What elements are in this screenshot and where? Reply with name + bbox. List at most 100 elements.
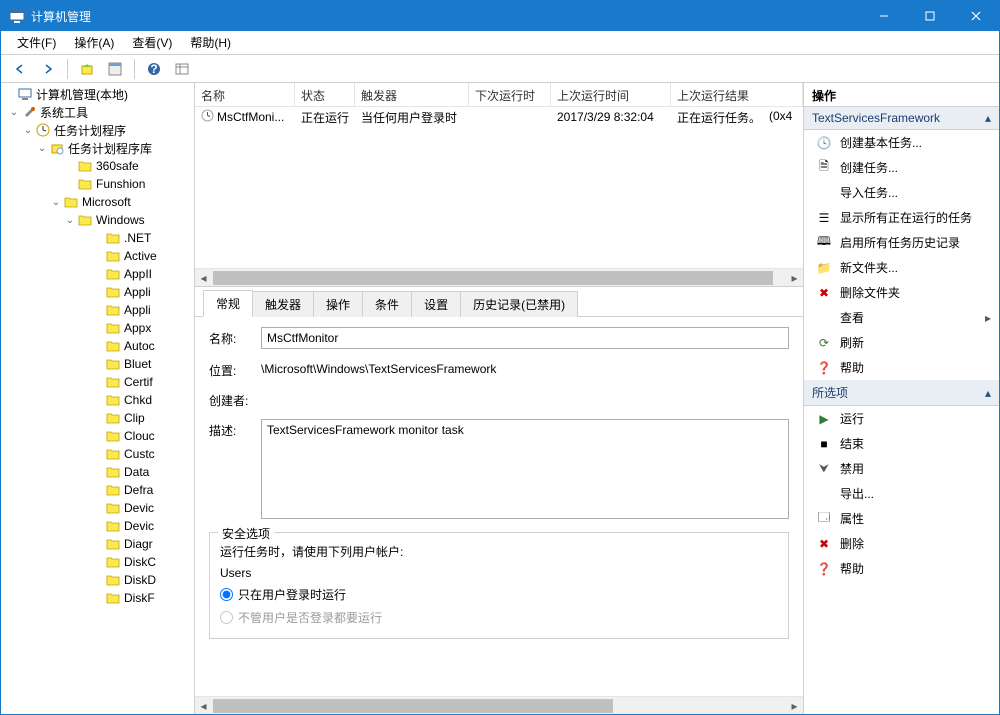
close-button[interactable] [953,1,999,31]
action-view[interactable]: 查看▸ [804,305,999,330]
grid-button[interactable] [171,58,193,80]
forward-button[interactable] [37,58,59,80]
col-trigger[interactable]: 触发器 [355,83,469,106]
scroll-right-icon[interactable]: ▸ [786,269,803,287]
tree-folder-item[interactable]: Diagr [3,535,194,553]
tree-folder-item[interactable]: .NET [3,229,194,247]
menu-help[interactable]: 帮助(H) [184,32,237,53]
action-properties[interactable]: 🗔属性 [804,506,999,531]
minimize-button[interactable] [861,1,907,31]
back-button[interactable] [9,58,31,80]
action-enable-history[interactable]: 🕮启用所有任务历史记录 [804,230,999,255]
tree-folder-item[interactable]: AppII [3,265,194,283]
menu-file[interactable]: 文件(F) [11,32,62,53]
action-delete[interactable]: ✖删除 [804,531,999,556]
app-icon [9,8,25,24]
radio-input[interactable] [220,588,233,601]
action-section-selected[interactable]: 所选项 ▴ [804,380,999,406]
collapse-icon[interactable]: ⌄ [21,125,35,136]
action-refresh[interactable]: ⟳刷新 [804,330,999,355]
menu-action[interactable]: 操作(A) [68,32,120,53]
action-section-folder[interactable]: TextServicesFramework ▴ [804,107,999,130]
maximize-button[interactable] [907,1,953,31]
action-create-basic[interactable]: 🕓创建基本任务... [804,130,999,155]
tree-folder-item[interactable]: ⌄Windows [3,211,194,229]
tree-systools[interactable]: ⌄ 系统工具 [3,103,194,121]
action-end[interactable]: ■结束 [804,431,999,456]
up-button[interactable] [76,58,98,80]
tree-folder-item[interactable]: Clouc [3,427,194,445]
tree-library[interactable]: ⌄ 任务计划程序库 [3,139,194,157]
collapse-icon[interactable]: ⌄ [7,107,21,118]
tree-folder-item[interactable]: ⌄Microsoft [3,193,194,211]
name-field[interactable] [261,327,789,349]
tree-folder-item[interactable]: Certif [3,373,194,391]
tree-folder-item[interactable]: 360safe [3,157,194,175]
help-button[interactable]: ? [143,58,165,80]
radio-logged-on[interactable]: 只在用户登录时运行 [220,586,778,603]
tree-folder-item[interactable]: Bluet [3,355,194,373]
horizontal-scrollbar[interactable]: ◂ ▸ [195,268,803,286]
action-delete-folder[interactable]: ✖删除文件夹 [804,280,999,305]
center-pane: 名称 状态 触发器 下次运行时间 上次运行时间 上次运行结果 MsCtfMoni… [195,83,804,714]
col-state[interactable]: 状态 [295,83,355,106]
help-icon: ❓ [816,360,832,376]
tree-folder-item[interactable]: Chkd [3,391,194,409]
tree-root[interactable]: 计算机管理(本地) [3,85,194,103]
col-result[interactable]: 上次运行结果 [671,83,803,106]
tab-actions[interactable]: 操作 [313,291,363,317]
action-create-task[interactable]: 🗎创建任务... [804,155,999,180]
action-export[interactable]: 导出... [804,481,999,506]
col-name[interactable]: 名称 [195,83,295,106]
tree-folder-item[interactable]: DiskF [3,589,194,607]
tree-folder-item[interactable]: Devic [3,517,194,535]
radio-whether-logged[interactable]: 不管用户是否登录都要运行 [220,609,778,626]
col-last[interactable]: 上次运行时间 [551,83,671,106]
action-run[interactable]: ▶运行 [804,406,999,431]
tree-folder-item[interactable]: Devic [3,499,194,517]
action-pane: 操作 TextServicesFramework ▴ 🕓创建基本任务... 🗎创… [804,83,999,714]
tree-folder-item[interactable]: Custc [3,445,194,463]
task-row[interactable]: MsCtfMoni... 正在运行 当任何用户登录时 2017/3/29 8:3… [195,107,803,127]
action-show-running[interactable]: ☰显示所有正在运行的任务 [804,205,999,230]
scroll-thumb[interactable] [213,271,773,285]
tree-folder-item[interactable]: Appx [3,319,194,337]
tab-history[interactable]: 历史记录(已禁用) [460,291,578,317]
radio-input[interactable] [220,611,233,624]
tree-folder-item[interactable]: Defra [3,481,194,499]
collapse-icon[interactable]: ⌄ [35,143,49,154]
desc-field[interactable] [261,419,789,519]
tree-folder-item[interactable]: Autoc [3,337,194,355]
action-help[interactable]: ❓帮助 [804,556,999,581]
nav-tree[interactable]: 计算机管理(本地) ⌄ 系统工具 ⌄ 任务计划程序 ⌄ 任务计划程序库 360s… [1,83,195,714]
tree-folder-item[interactable]: DiskD [3,571,194,589]
properties-button[interactable] [104,58,126,80]
menu-view[interactable]: 查看(V) [126,32,178,53]
clock-icon [201,109,214,125]
expand-icon[interactable]: ⌄ [63,215,77,226]
col-next[interactable]: 下次运行时间 [469,83,551,106]
tab-triggers[interactable]: 触发器 [252,291,314,317]
action-new-folder[interactable]: 📁新文件夹... [804,255,999,280]
tree-folder-item[interactable]: DiskC [3,553,194,571]
tree-folder-item[interactable]: Data [3,463,194,481]
scroll-left-icon[interactable]: ◂ [195,697,212,715]
tab-general[interactable]: 常规 [203,290,253,317]
scroll-right-icon[interactable]: ▸ [786,697,803,715]
action-import[interactable]: 导入任务... [804,180,999,205]
scroll-thumb[interactable] [213,699,613,713]
tab-conditions[interactable]: 条件 [362,291,412,317]
tree-folder-item[interactable]: Appli [3,283,194,301]
action-disable[interactable]: ⮟禁用 [804,456,999,481]
action-pane-title: 操作 [804,83,999,107]
expand-icon[interactable]: ⌄ [49,197,63,208]
action-help[interactable]: ❓帮助 [804,355,999,380]
tree-folder-item[interactable]: Active [3,247,194,265]
horizontal-scrollbar[interactable]: ◂ ▸ [195,696,803,714]
scroll-left-icon[interactable]: ◂ [195,269,212,287]
tree-folder-item[interactable]: Clip [3,409,194,427]
tree-scheduler[interactable]: ⌄ 任务计划程序 [3,121,194,139]
tab-settings[interactable]: 设置 [411,291,461,317]
tree-folder-item[interactable]: Funshion [3,175,194,193]
tree-folder-item[interactable]: Appli [3,301,194,319]
